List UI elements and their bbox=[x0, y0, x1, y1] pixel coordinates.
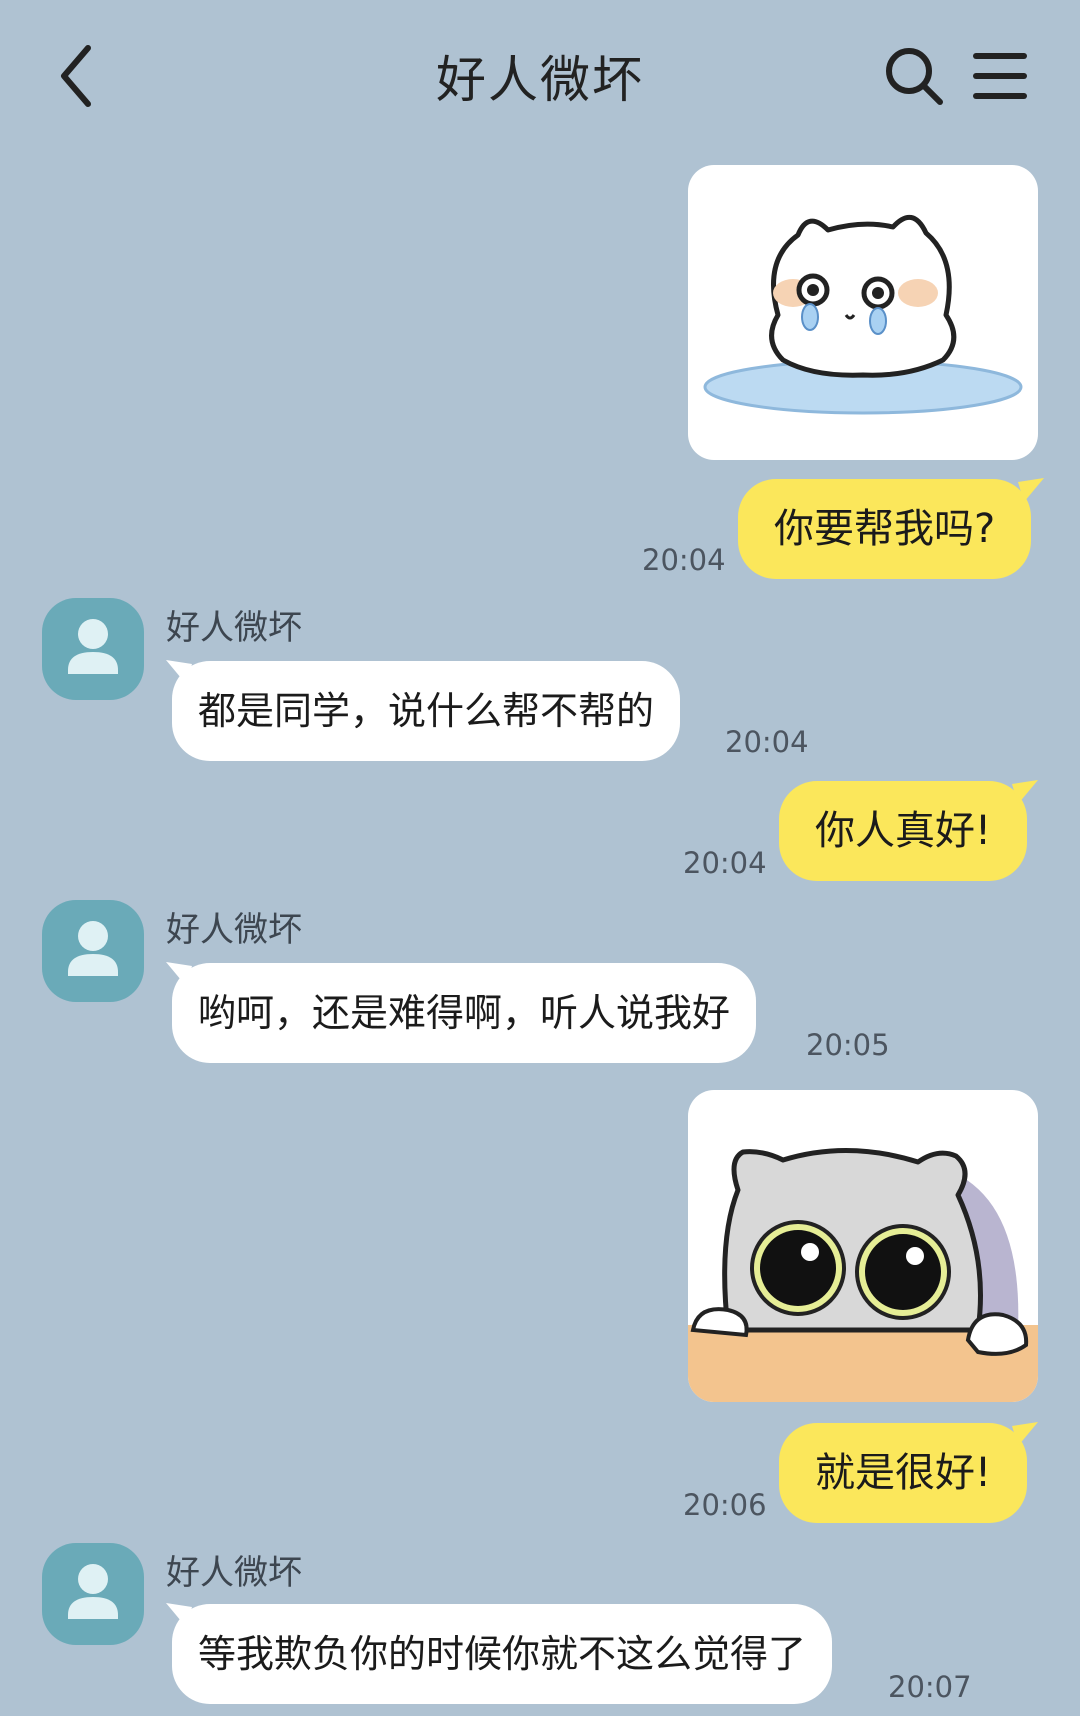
user-icon bbox=[68, 921, 118, 976]
outgoing-message-bubble[interactable]: 你要帮我吗? bbox=[738, 479, 1032, 579]
search-icon[interactable] bbox=[882, 44, 946, 108]
outgoing-message-bubble[interactable]: 就是很好! bbox=[779, 1423, 1028, 1523]
timestamp: 20:07 bbox=[888, 1670, 972, 1704]
user-icon bbox=[68, 619, 118, 674]
timestamp: 20:05 bbox=[806, 1028, 890, 1062]
bubble-tail bbox=[1012, 780, 1038, 804]
incoming-message-bubble[interactable]: 都是同学，说什么帮不帮的 bbox=[172, 661, 681, 761]
incoming-message-bubble[interactable]: 等我欺负你的时候你就不这么觉得了 bbox=[172, 1604, 833, 1704]
peeking-cat-illustration bbox=[688, 1148, 1038, 1402]
crying-cat-illustration bbox=[703, 215, 1023, 415]
peeking-gray-cat-sticker[interactable] bbox=[688, 1090, 1038, 1402]
sender-name: 好人微坏 bbox=[166, 1553, 302, 1593]
crying-white-cat-sticker[interactable] bbox=[688, 165, 1038, 460]
outgoing-message-bubble[interactable]: 你人真好! bbox=[779, 781, 1028, 881]
sender-name: 好人微坏 bbox=[166, 910, 302, 950]
avatar[interactable] bbox=[42, 1543, 144, 1645]
avatar[interactable] bbox=[42, 900, 144, 1002]
bubble-tail bbox=[1012, 1422, 1038, 1446]
incoming-message-bubble[interactable]: 哟呵，还是难得啊，听人说我好 bbox=[172, 963, 757, 1063]
timestamp: 20:04 bbox=[642, 543, 726, 577]
timestamp: 20:04 bbox=[725, 725, 809, 759]
avatar[interactable] bbox=[42, 598, 144, 700]
menu-icon[interactable] bbox=[970, 46, 1030, 106]
user-icon bbox=[68, 1564, 118, 1619]
timestamp: 20:04 bbox=[683, 846, 767, 880]
bubble-tail bbox=[1018, 478, 1044, 502]
timestamp: 20:06 bbox=[683, 1488, 767, 1522]
sender-name: 好人微坏 bbox=[166, 608, 302, 648]
chat-header: 好人微坏 bbox=[0, 0, 1080, 150]
